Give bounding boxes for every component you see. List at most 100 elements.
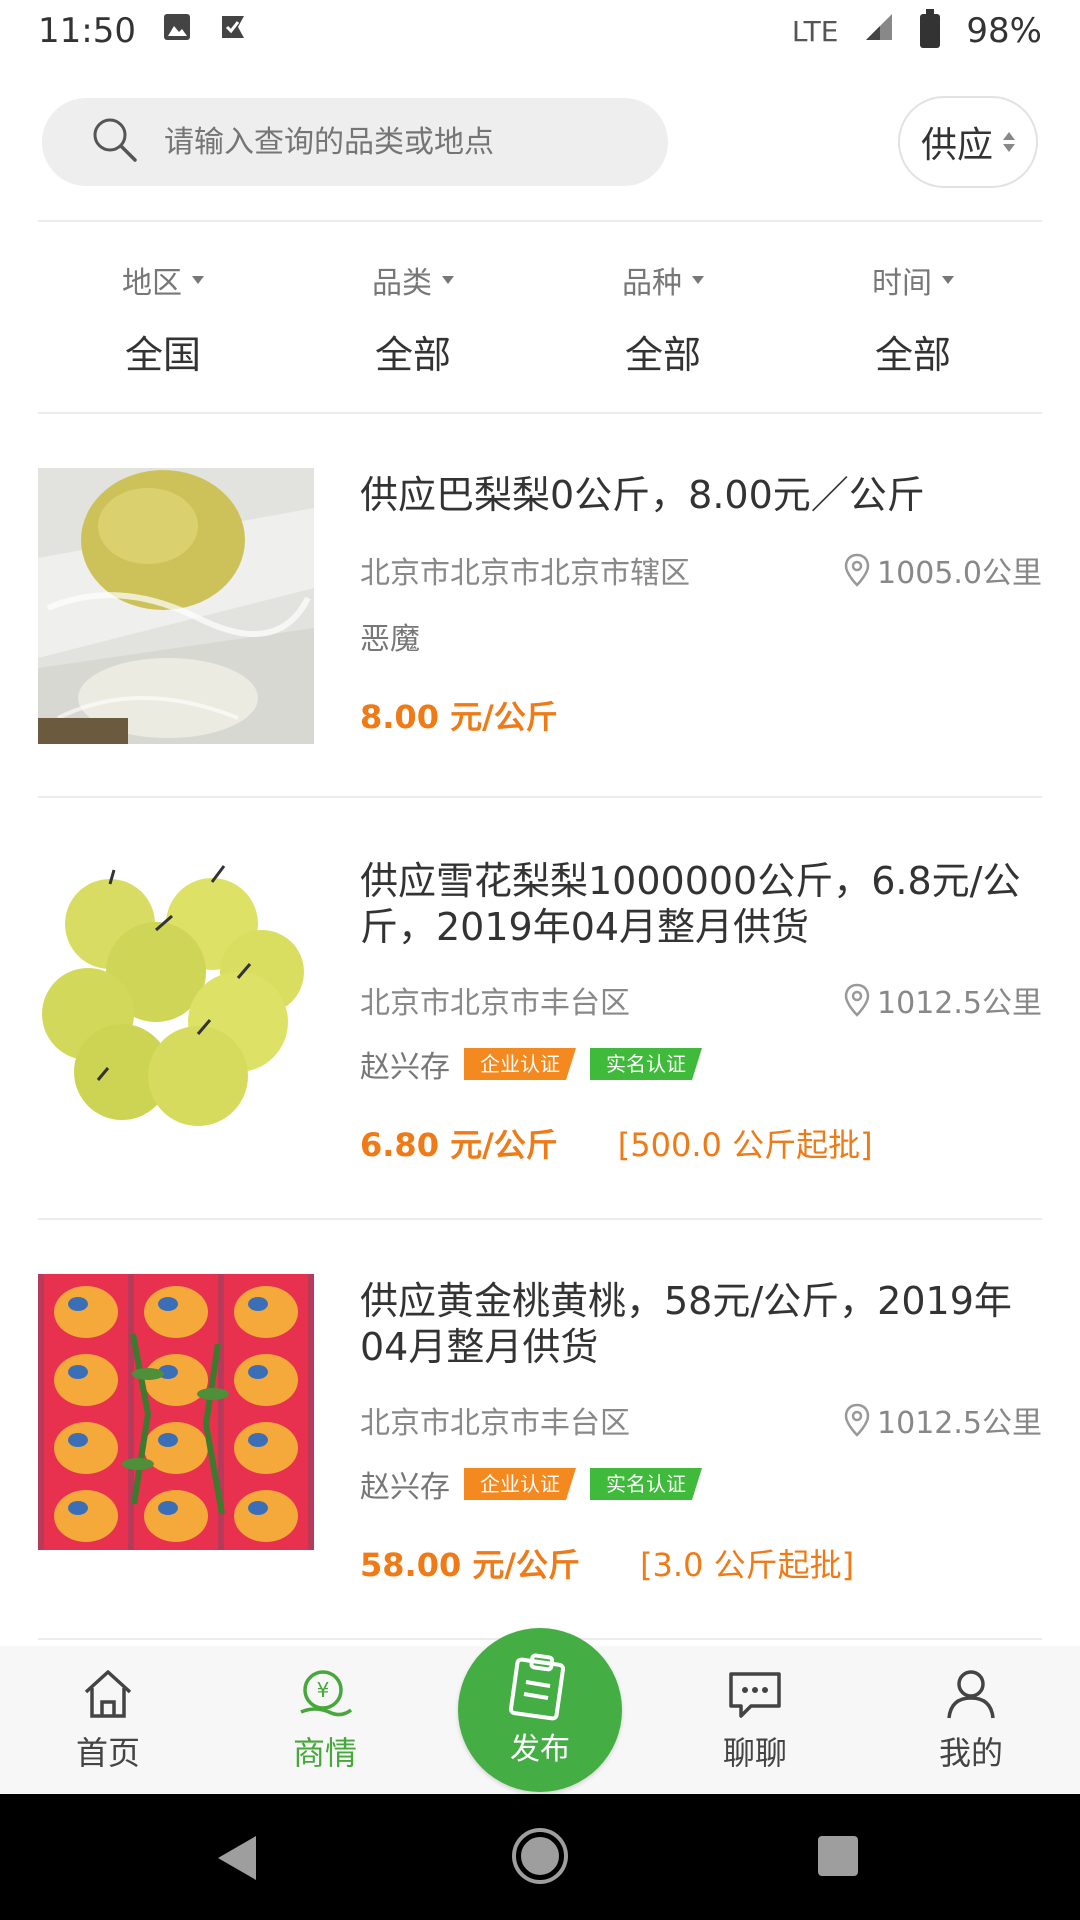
location-row: 北京市北京市丰台区 1012.5公里 <box>360 1398 1042 1442</box>
listing-title: 供应黄金桃黄桃，58元/公斤，2019年04月整月供货 <box>360 1279 1012 1369</box>
dropdown-caret-icon <box>442 276 454 284</box>
chat-icon <box>729 1672 781 1718</box>
dropdown-caret-icon <box>692 276 704 284</box>
listing-info: 供应雪花梨梨1000000公斤，6.8元/公斤，2019年04月整月供货 北京市… <box>360 854 1042 1166</box>
divider <box>38 220 1042 222</box>
listing-info: 供应巴梨梨0公斤，8.00元／公斤 北京市北京市北京市辖区 1005.0公里 恶… <box>360 468 1042 738</box>
nav-mine-label: 我的 <box>938 1734 1003 1772</box>
filter-time-label: 时间 <box>872 266 932 301</box>
product-image <box>38 854 314 1130</box>
price-row: 6.80 元/公斤 [500.0 公斤起批] <box>360 1120 1042 1166</box>
min-batch: [500.0 公斤起批] <box>617 1126 873 1164</box>
distance: 1012.5公里 <box>843 978 1042 1022</box>
price-row: 58.00 元/公斤 [3.0 公斤起批] <box>360 1540 1042 1586</box>
listing-price: 6.80 元/公斤 <box>360 1126 558 1164</box>
recent-apps-icon[interactable] <box>818 1836 858 1876</box>
nav-market-label: 商情 <box>292 1734 357 1772</box>
listing-price: 8.00 元/公斤 <box>360 698 558 736</box>
listing-item[interactable]: 供应黄金桃黄桃，58元/公斤，2019年04月整月供货 北京市北京市丰台区 10… <box>38 1274 1042 1604</box>
supply-type-select[interactable]: 供应 <box>898 96 1038 188</box>
listing-location: 北京市北京市丰台区 <box>360 986 630 1021</box>
user-icon <box>947 1670 995 1719</box>
divider <box>38 412 1042 414</box>
seller-row: 赵兴存 企业认证 实名认证 <box>360 1042 1042 1086</box>
battery-icon <box>920 9 941 48</box>
map-pin-icon <box>844 983 870 1017</box>
publish-button[interactable]: 发布 <box>458 1628 622 1792</box>
signal-icon <box>864 11 894 51</box>
filter-category-value: 全部 <box>374 333 451 377</box>
svg-text:¥: ¥ <box>317 1678 330 1702</box>
publish-label: 发布 <box>510 1732 570 1767</box>
filter-variety[interactable]: 品种 全部 <box>538 258 788 378</box>
filter-region-label: 地区 <box>122 266 182 301</box>
product-image <box>38 468 314 744</box>
location-row: 北京市北京市北京市辖区 1005.0公里 <box>360 548 1042 592</box>
app-screen: 11:50 LTE 98% 请输入查询的品类或地点 供应 地区 全国 品类 全部… <box>0 0 1080 1920</box>
filter-region-value: 全国 <box>124 333 201 377</box>
distance: 1005.0公里 <box>843 548 1042 592</box>
map-pin-icon <box>844 553 870 587</box>
supply-type-value: 供应 <box>920 125 993 166</box>
filter-category-label: 品类 <box>372 266 432 301</box>
realname-verified-badge: 实名认证 <box>590 1048 702 1080</box>
home-icon <box>84 1670 132 1718</box>
sort-arrows-icon <box>1003 132 1015 152</box>
network-label: LTE <box>791 14 839 48</box>
listing-title: 供应雪花梨梨1000000公斤，6.8元/公斤，2019年04月整月供货 <box>360 859 1021 949</box>
listing-distance: 1012.5公里 <box>877 1406 1042 1441</box>
search-input[interactable] <box>164 124 644 160</box>
filter-time-value: 全部 <box>874 333 951 377</box>
dropdown-caret-icon <box>942 276 954 284</box>
battery-level: 98% <box>966 11 1042 51</box>
listing-info: 供应黄金桃黄桃，58元/公斤，2019年04月整月供货 北京市北京市丰台区 10… <box>360 1274 1042 1586</box>
search-box[interactable] <box>42 98 668 186</box>
filter-bar: 地区 全国 品类 全部 品种 全部 时间 全部 <box>38 258 1042 378</box>
listing-item[interactable]: 供应雪花梨梨1000000公斤，6.8元/公斤，2019年04月整月供货 北京市… <box>38 854 1042 1184</box>
listing-item[interactable]: 供应巴梨梨0公斤，8.00元／公斤 北京市北京市北京市辖区 1005.0公里 恶… <box>38 468 1042 798</box>
realname-verified-badge: 实名认证 <box>590 1468 702 1500</box>
image-notification-icon <box>162 11 192 51</box>
listing-price: 58.00 元/公斤 <box>360 1546 581 1584</box>
seller-row: 恶魔 <box>360 614 1042 658</box>
back-icon[interactable] <box>218 1836 256 1880</box>
status-bar: 11:50 LTE 98% <box>0 0 1080 62</box>
nav-chat-label: 聊聊 <box>722 1734 787 1772</box>
listing-distance: 1012.5公里 <box>877 986 1042 1021</box>
map-pin-icon <box>844 1403 870 1437</box>
search-row: 供应 <box>0 96 1080 188</box>
filter-variety-value: 全部 <box>624 333 701 377</box>
listing-location: 北京市北京市北京市辖区 <box>360 556 690 591</box>
seller-row: 赵兴存 企业认证 实名认证 <box>360 1462 1042 1506</box>
publish-clipboard-icon <box>508 1653 566 1721</box>
nav-market[interactable]: ¥ 商情 <box>250 1646 400 1794</box>
nav-home[interactable]: 首页 <box>33 1646 183 1794</box>
seller-name: 赵兴存 <box>360 1470 450 1505</box>
filter-category[interactable]: 品类 全部 <box>288 258 538 378</box>
filter-region[interactable]: 地区 全国 <box>38 258 288 378</box>
seller-name: 恶魔 <box>360 622 420 657</box>
search-icon <box>90 115 140 169</box>
divider <box>38 796 1042 798</box>
product-image <box>38 1274 314 1550</box>
filter-time[interactable]: 时间 全部 <box>788 258 1038 378</box>
listing-distance: 1005.0公里 <box>877 556 1042 591</box>
distance: 1012.5公里 <box>843 1398 1042 1442</box>
company-verified-badge: 企业认证 <box>464 1468 576 1500</box>
company-verified-badge: 企业认证 <box>464 1048 576 1080</box>
nav-mine[interactable]: 我的 <box>896 1646 1046 1794</box>
task-notification-icon <box>218 11 248 51</box>
nav-chat[interactable]: 聊聊 <box>680 1646 830 1794</box>
listing-location: 北京市北京市丰台区 <box>360 1406 630 1441</box>
status-time: 11:50 <box>38 11 136 51</box>
filter-variety-label: 品种 <box>622 266 682 301</box>
system-nav-bar <box>0 1794 1080 1920</box>
location-row: 北京市北京市丰台区 1012.5公里 <box>360 978 1042 1022</box>
market-info-icon: ¥ <box>300 1670 353 1717</box>
min-batch: [3.0 公斤起批] <box>640 1546 855 1584</box>
listing-title: 供应巴梨梨0公斤，8.00元／公斤 <box>360 473 925 517</box>
nav-home-label: 首页 <box>75 1734 140 1772</box>
home-circle-icon[interactable] <box>516 1832 564 1880</box>
divider <box>38 1218 1042 1220</box>
seller-name: 赵兴存 <box>360 1050 450 1085</box>
